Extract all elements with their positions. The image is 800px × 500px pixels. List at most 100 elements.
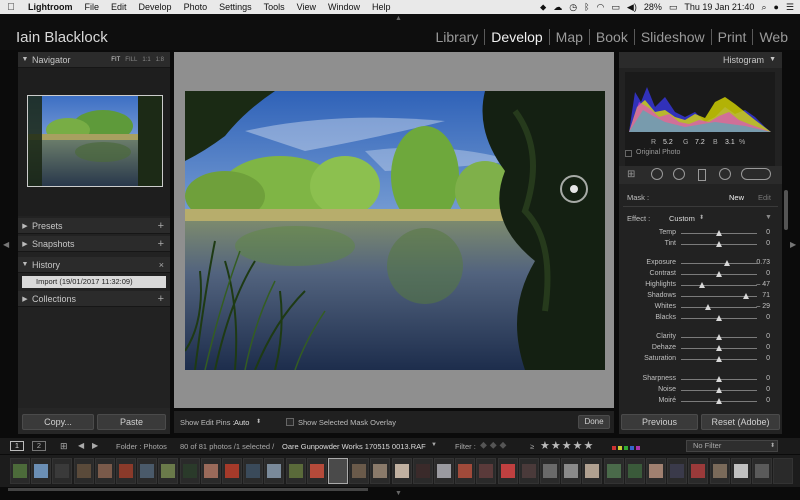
navigator-header[interactable]: ▼ Navigator FIT FILL 1:1 1:8: [18, 52, 170, 68]
module-slideshow[interactable]: Slideshow: [633, 29, 711, 45]
original-photo-checkbox[interactable]: [625, 150, 632, 157]
zoom-1-8[interactable]: 1:8: [156, 57, 164, 63]
slider-value[interactable]: 0: [766, 386, 770, 393]
slider-thumb[interactable]: [716, 376, 722, 382]
slider-thumb[interactable]: [716, 387, 722, 393]
filmstrip[interactable]: [0, 455, 800, 487]
menu-file[interactable]: File: [79, 0, 106, 14]
notification-center-icon[interactable]: ☰: [786, 2, 794, 13]
filmstrip-thumbnail[interactable]: [391, 458, 412, 484]
menu-view[interactable]: View: [291, 0, 322, 14]
filmstrip-thumbnail[interactable]: [52, 458, 73, 484]
slider-value[interactable]: – 29: [756, 303, 770, 310]
filmstrip-thumbnail[interactable]: [285, 458, 306, 484]
slider-value[interactable]: 71: [762, 292, 770, 299]
filmstrip-thumbnail[interactable]: [328, 458, 348, 484]
secondary-window-button[interactable]: 2: [32, 441, 46, 451]
color-label-filter[interactable]: [612, 443, 648, 450]
filmstrip-thumbnail[interactable]: [603, 458, 624, 484]
filmstrip-thumbnail[interactable]: [667, 458, 688, 484]
menu-settings[interactable]: Settings: [213, 0, 258, 14]
zoom-1-1[interactable]: 1:1: [142, 57, 150, 63]
module-print[interactable]: Print: [710, 29, 753, 45]
filmstrip-thumbnail[interactable]: [158, 458, 179, 484]
filmstrip-thumbnail[interactable]: [264, 458, 285, 484]
module-web[interactable]: Web: [752, 29, 794, 45]
slider-dehaze[interactable]: Dehaze 0: [619, 343, 782, 354]
slider-whites[interactable]: Whites – 29: [619, 302, 782, 313]
bluetooth-icon[interactable]: ᛒ: [584, 2, 589, 12]
slider-shadows[interactable]: Shadows 71: [619, 291, 782, 302]
dropbox-icon[interactable]: ⬥: [540, 2, 546, 13]
menu-photo[interactable]: Photo: [178, 0, 214, 14]
adjustment-brush-icon[interactable]: [741, 168, 771, 180]
slider-thumb[interactable]: [716, 241, 722, 247]
slider-highlights[interactable]: Highlights – 47: [619, 280, 782, 291]
slider-thumb[interactable]: [723, 260, 730, 266]
filmstrip-thumbnail[interactable]: [243, 458, 264, 484]
radial-filter-icon[interactable]: [719, 168, 731, 180]
bottom-panel-toggle-icon[interactable]: ▼: [395, 490, 402, 497]
filmstrip-thumbnail[interactable]: [476, 458, 497, 484]
graduated-filter-icon[interactable]: [698, 169, 706, 181]
paste-button[interactable]: Paste: [97, 414, 166, 430]
forward-arrow-icon[interactable]: ▶: [92, 441, 98, 450]
slider-sharpness[interactable]: Sharpness 0: [619, 374, 782, 385]
menu-develop[interactable]: Develop: [133, 0, 178, 14]
slider-value[interactable]: 0: [766, 397, 770, 404]
reset-button[interactable]: Reset (Adobe): [701, 414, 780, 430]
filmstrip-thumbnail[interactable]: [752, 458, 772, 484]
slider-thumb[interactable]: [742, 293, 749, 299]
menu-window[interactable]: Window: [322, 0, 366, 14]
source-label[interactable]: Folder : Photos: [116, 442, 167, 451]
module-library[interactable]: Library: [430, 29, 485, 45]
add-collection-icon[interactable]: +: [158, 293, 170, 305]
module-develop[interactable]: Develop: [484, 29, 548, 45]
filmstrip-thumbnail[interactable]: [688, 458, 709, 484]
filmstrip-thumbnail[interactable]: [10, 458, 30, 484]
spotlight-icon[interactable]: ⌕: [761, 2, 766, 13]
mask-new-button[interactable]: New: [729, 193, 744, 202]
clear-history-icon[interactable]: ×: [159, 260, 170, 270]
star-rating-filter[interactable]: ★★★★★: [540, 439, 594, 452]
slider-thumb[interactable]: [716, 398, 722, 404]
select-arrows-icon[interactable]: ⬍: [770, 442, 775, 449]
current-filename[interactable]: Oare Gunpowder Works 170515 0013.RAF: [282, 442, 426, 451]
filmstrip-thumbnail[interactable]: [582, 458, 603, 484]
right-panel-toggle-icon[interactable]: ▶: [790, 240, 796, 249]
effect-select[interactable]: Custom: [669, 214, 695, 223]
slider-value[interactable]: 0: [766, 240, 770, 247]
timer-icon[interactable]: ◷: [569, 2, 577, 13]
previous-button[interactable]: Previous: [621, 414, 698, 430]
slider-track[interactable]: [681, 307, 757, 308]
menu-edit[interactable]: Edit: [105, 0, 133, 14]
filmstrip-thumbnail[interactable]: [94, 458, 115, 484]
filmstrip-thumbnail[interactable]: [497, 458, 518, 484]
slider-contrast[interactable]: Contrast 0: [619, 269, 782, 280]
main-window-button[interactable]: 1: [10, 441, 24, 451]
slider-value[interactable]: 0.73: [756, 259, 770, 266]
battery-icon[interactable]: ▭: [669, 2, 678, 13]
red-eye-icon[interactable]: [673, 168, 685, 180]
clock[interactable]: Thu 19 Jan 21:40: [684, 2, 754, 12]
airplay-icon[interactable]: ▭: [611, 2, 620, 13]
filmstrip-thumbnail[interactable]: [412, 458, 433, 484]
filmstrip-thumbnail[interactable]: [434, 458, 454, 484]
slider-blacks[interactable]: Blacks 0: [619, 313, 782, 324]
slider-moir[interactable]: Moiré 0: [619, 396, 782, 407]
slider-value[interactable]: 0: [766, 229, 770, 236]
slider-thumb[interactable]: [704, 304, 711, 310]
filmstrip-thumbnail[interactable]: [561, 458, 582, 484]
collections-header[interactable]: ▶ Collections +: [18, 291, 170, 307]
filmstrip-scrollbar[interactable]: [8, 488, 368, 491]
filmstrip-thumbnail[interactable]: [455, 458, 476, 484]
copy-button[interactable]: Copy...: [22, 414, 94, 430]
slider-saturation[interactable]: Saturation 0: [619, 354, 782, 365]
filmstrip-thumbnail[interactable]: [709, 458, 730, 484]
filmstrip-thumbnail[interactable]: [370, 458, 391, 484]
menu-tools[interactable]: Tools: [258, 0, 291, 14]
slider-thumb[interactable]: [716, 356, 722, 362]
slider-value[interactable]: 0: [766, 344, 770, 351]
filmstrip-thumbnail[interactable]: [349, 458, 370, 484]
main-photo[interactable]: [185, 91, 605, 370]
